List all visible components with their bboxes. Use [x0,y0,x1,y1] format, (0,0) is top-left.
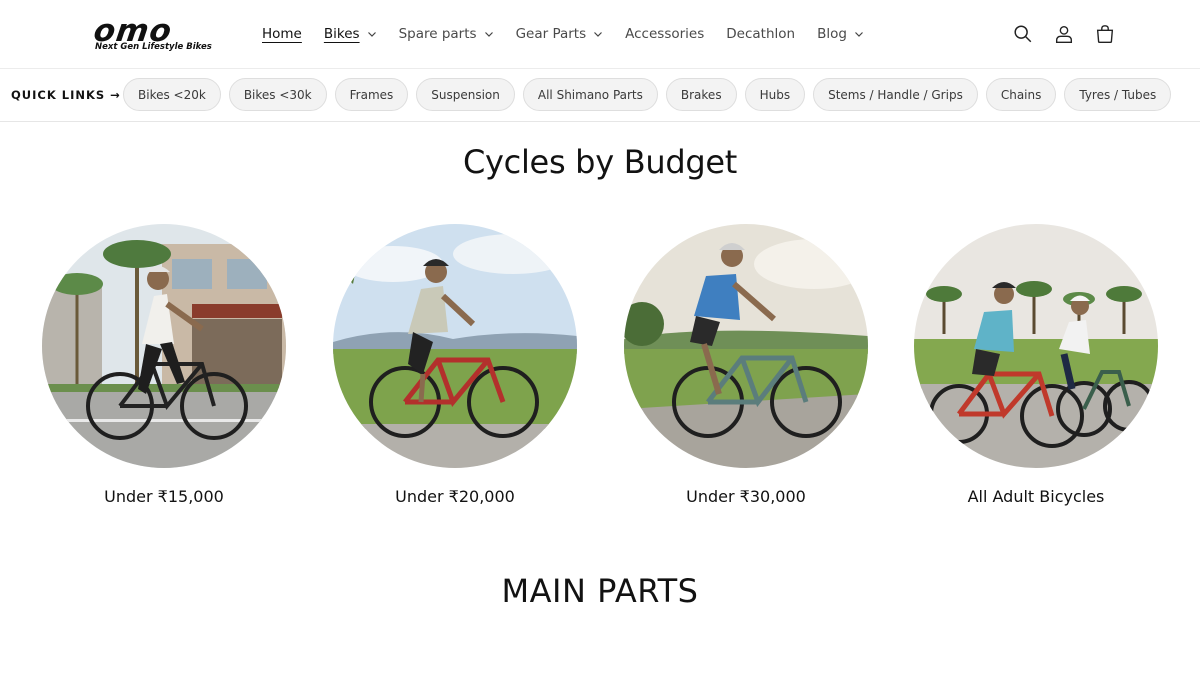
quick-links-chips: Bikes <20k Bikes <30k Frames Suspension … [123,78,1179,111]
quick-link-chip[interactable]: Hubs [744,78,806,111]
quick-link-chip[interactable]: All Shimano Parts [522,78,658,111]
nav-label: Home [262,26,302,42]
budget-card-all-adult[interactable]: All Adult Bicycles [914,224,1160,514]
budget-card-label: Under ₹15,000 [104,487,224,506]
nav-item-blog[interactable]: Blog [817,26,864,42]
header-actions [995,21,1118,47]
nav-item-home[interactable]: Home [262,26,302,42]
brand-logo[interactable]: omo Next Gen Lifestyle Bikes [91,13,226,54]
budget-card-under-15000[interactable]: Under ₹15,000 [42,224,288,514]
chevron-down-icon [593,29,603,39]
cart-icon[interactable] [1092,21,1118,47]
quick-link-chip[interactable]: Bikes <30k [228,78,327,111]
budget-card-image [42,224,286,468]
nav-item-spare-parts[interactable]: Spare parts [399,26,494,42]
nav-label: Bikes [323,26,360,42]
budget-card-image [624,224,868,468]
budget-card-image [914,224,1158,468]
nav-label: Spare parts [398,26,477,42]
budget-card-label: Under ₹20,000 [395,487,515,506]
section-title-budget: Cycles by Budget [462,143,737,181]
site-header: omo Next Gen Lifestyle Bikes Home Bikes … [0,0,1200,69]
chevron-down-icon [367,29,377,39]
nav-label: Decathlon [726,26,796,42]
nav-item-gear-parts[interactable]: Gear Parts [516,26,604,42]
main-nav: Home Bikes Spare parts Gear Parts Access… [262,22,886,46]
quick-link-chip[interactable]: Tyres / Tubes [1064,78,1172,111]
chevron-down-icon [484,29,494,39]
budget-card-under-20000[interactable]: Under ₹20,000 [333,224,579,514]
quick-link-chip[interactable]: Brakes [665,78,737,111]
nav-label: Accessories [625,26,705,42]
nav-item-accessories[interactable]: Accessories [625,26,704,42]
nav-item-decathlon[interactable]: Decathlon [726,26,795,42]
quick-link-chip[interactable]: Frames [334,78,409,111]
search-icon[interactable] [1010,21,1036,47]
quick-link-chip[interactable]: Bikes <20k [123,78,221,111]
account-icon[interactable] [1051,21,1077,47]
budget-card-label: Under ₹30,000 [686,487,806,506]
quick-link-chip[interactable]: Stems / Handle / Grips [813,78,978,111]
budget-card-under-30000[interactable]: Under ₹30,000 [624,224,870,514]
budget-card-image [333,224,577,468]
quick-link-chip[interactable]: Chains [985,78,1057,111]
chevron-down-icon [854,29,864,39]
nav-label: Gear Parts [515,26,587,42]
logo-tagline: Next Gen Lifestyle Bikes [95,42,212,52]
budget-cards: Under ₹15,000 Under ₹20,000 Under ₹30,00… [0,224,1200,514]
section-title-main-parts: MAIN PARTS [501,572,699,610]
budget-card-label: All Adult Bicycles [967,487,1105,506]
quick-links-label: QUICK LINKS → [11,88,121,102]
quick-links-bar: QUICK LINKS → Bikes <20k Bikes <30k Fram… [0,69,1200,122]
quick-link-chip[interactable]: Suspension [416,78,515,111]
nav-label: Blog [817,26,847,42]
nav-item-bikes[interactable]: Bikes [324,26,377,42]
